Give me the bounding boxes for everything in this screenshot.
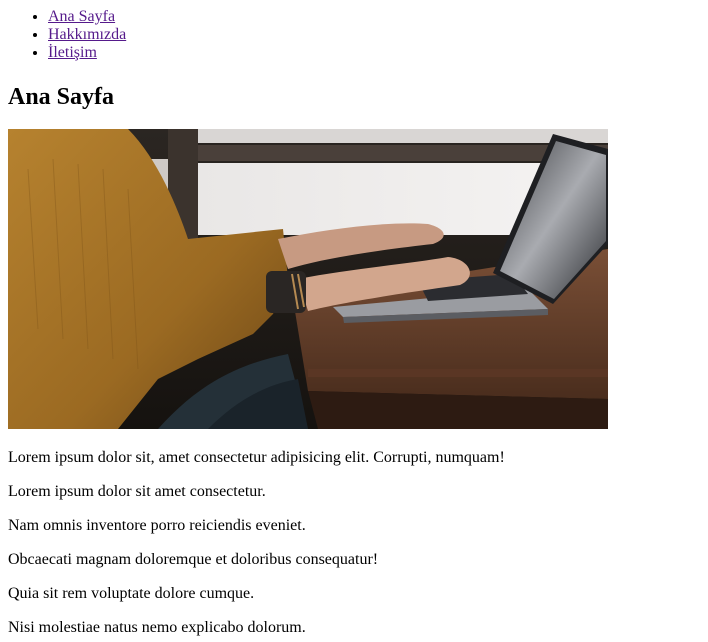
page-title: Ana Sayfa (8, 84, 115, 110)
nav-item-home: Ana Sayfa (48, 8, 700, 26)
paragraph: Quia sit rem voluptate dolore cumque. (8, 585, 255, 602)
nav-item-about: Hakkımızda (48, 26, 700, 44)
paragraph: Obcaecati magnam doloremque et doloribus… (8, 551, 379, 568)
nav-link-contact[interactable]: İletişim (48, 44, 97, 61)
content-paragraphs: Lorem ipsum dolor sit, amet consectetur … (8, 449, 700, 637)
nav-link-home[interactable]: Ana Sayfa (48, 8, 115, 25)
paragraph: Nam omnis inventore porro reiciendis eve… (8, 517, 306, 534)
nav-list: Ana Sayfa Hakkımızda İletişim (8, 0, 700, 62)
page: Ana Sayfa Hakkımızda İletişim Ana Sayfa (0, 0, 708, 637)
paragraph: Lorem ipsum dolor sit amet consectetur. (8, 483, 266, 500)
nav-link-about[interactable]: Hakkımızda (48, 26, 126, 43)
paragraph: Lorem ipsum dolor sit, amet consectetur … (8, 449, 505, 466)
nav-item-contact: İletişim (48, 44, 700, 62)
hero-image (8, 129, 608, 429)
paragraph: Nisi molestiae natus nemo explicabo dolo… (8, 619, 306, 636)
